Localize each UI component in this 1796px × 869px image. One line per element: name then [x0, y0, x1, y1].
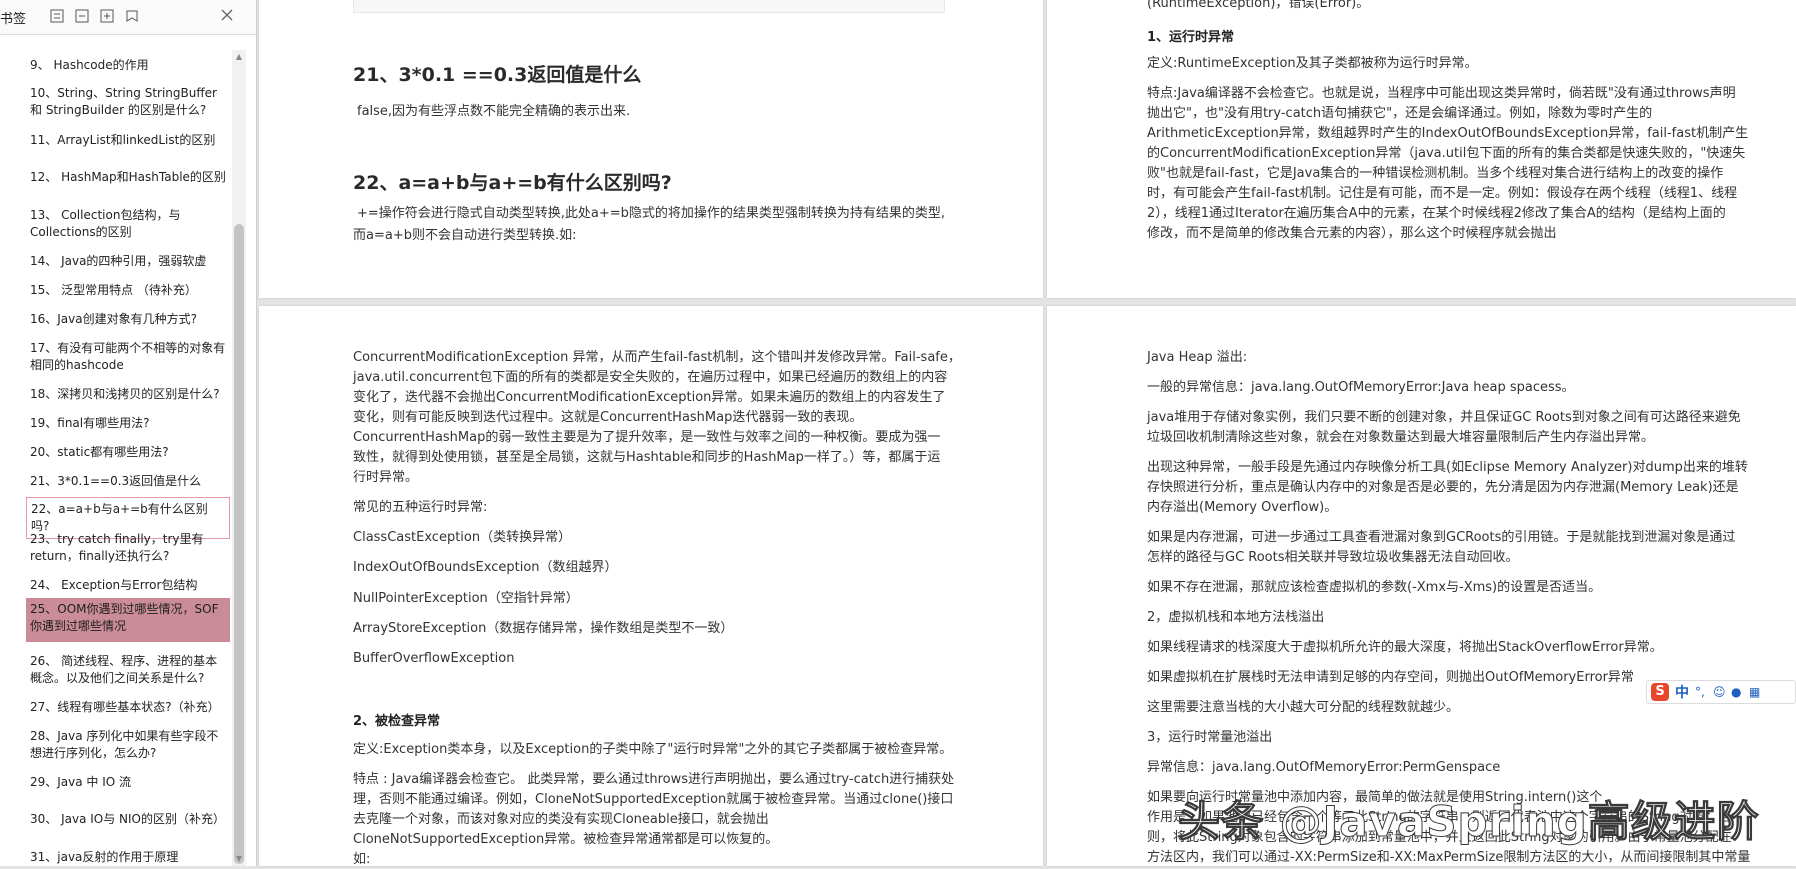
watermark: 头条 @JavaSpring高级进阶: [1178, 797, 1760, 847]
bookmark-sidebar: 书签 9、 Hashcode的作用 10、String、String Strin…: [0, 0, 257, 866]
bookmark-item[interactable]: 13、 Collection包结构，与Collections的区别: [26, 204, 230, 244]
paragraph: 内存溢出(Memory Overflow)。: [1147, 500, 1338, 515]
paragraph: ConcurrentHashMap的弱一致性主要是为了提升效率，是一致性与效率之…: [353, 430, 941, 445]
subsection-heading: 2、被检查异常: [353, 714, 441, 729]
bookmark-item[interactable]: 14、 Java的四种引用，强弱软虚: [26, 250, 230, 273]
paragraph: ArithmeticException异常，数组越界时产生的IndexOutOf…: [1147, 126, 1749, 141]
paragraph: 定义:RuntimeException及其子类都被称为运行时异常。: [1147, 56, 1478, 71]
paragraph: +=操作符会进行隐式自动类型转换,此处a+=b隐式的将加操作的结果类型强制转换为…: [357, 206, 946, 221]
collapse-bookmarks-icon[interactable]: [75, 9, 89, 23]
list-item: ClassCastException（类转换异常）: [353, 530, 572, 545]
paragraph: 变化，则有可能反映到迭代过程中。这就是ConcurrentHashMap迭代器弱…: [353, 410, 863, 425]
emoji-icon[interactable]: ☺: [1713, 686, 1726, 698]
microphone-icon[interactable]: ●: [1731, 686, 1743, 698]
paragraph: 行时异常。: [353, 470, 419, 485]
paragraph: Java Heap 溢出:: [1147, 350, 1248, 365]
paragraph: 如果不存在泄漏，那就应该检查虚拟机的参数(-Xmx与-Xms)的设置是否适当。: [1147, 580, 1602, 595]
list-item: IndexOutOfBoundsException（数组越界）: [353, 560, 618, 575]
paragraph: 存快照进行分析，重点是确认内存中的对象是否是必要的，先分清是因为内存泄漏(Mem…: [1147, 480, 1739, 495]
bookmark-item[interactable]: 27、线程有哪些基本状态?（补充）: [26, 696, 230, 719]
paragraph: 异常信息：java.lang.OutOfMemoryError:PermGens…: [1147, 760, 1501, 775]
paragraph: 修改，而不是简单的修改集合元素的内容），那么这个时候程序就会抛出: [1147, 226, 1557, 241]
paragraph: 如:: [353, 852, 371, 866]
paragraph: 2，虚拟机栈和本地方法栈溢出: [1147, 610, 1325, 625]
list-item: NullPointerException（空指针异常）: [353, 591, 579, 606]
sidebar-header: 书签: [0, 0, 256, 35]
close-sidebar-icon[interactable]: [220, 8, 234, 22]
list-item: BufferOverflowException: [353, 651, 515, 666]
paragraph: 败"也就是fail-fast，它是Java集合的一种错误检测机制。当多个线程对集…: [1147, 166, 1724, 181]
paragraph: (RuntimeException)，错误(Error)。: [1147, 0, 1370, 11]
bookmark-item[interactable]: 18、深拷贝和浅拷贝的区别是什么?: [26, 383, 230, 406]
scrollbar-thumb[interactable]: [234, 224, 244, 864]
bookmark-item[interactable]: 16、Java创建对象有几种方式?: [26, 308, 230, 331]
bookmark-item[interactable]: 11、ArrayList和linkedList的区别: [26, 129, 230, 152]
bookmark-item[interactable]: 24、 Exception与Error包结构: [26, 574, 230, 597]
add-bookmark-icon[interactable]: [100, 9, 114, 23]
bookmark-item[interactable]: 23、try catch finally，try里有return，finally…: [26, 528, 230, 568]
bookmark-item[interactable]: 9、 Hashcode的作用: [26, 54, 230, 77]
paragraph: 特点 : Java编译器会检查它。 此类异常，要么通过throws进行声明抛出，…: [353, 772, 955, 787]
bookmark-item[interactable]: 21、3*0.1==0.3返回值是什么: [26, 470, 230, 493]
bookmark-item-selected[interactable]: 25、OOM你遇到过哪些情况，SOF你遇到过哪些情况: [26, 598, 230, 642]
sogou-logo-icon[interactable]: S: [1651, 683, 1669, 701]
document-page: Java Heap 溢出: 一般的异常信息：java.lang.OutOfMem…: [1047, 306, 1796, 866]
punctuation-icon[interactable]: °,: [1695, 686, 1707, 698]
paragraph: 如果是内存泄漏，可进一步通过工具查看泄漏对象到GCRoots的引用链。于是就能找…: [1147, 530, 1736, 545]
bookmark-item[interactable]: 30、 Java IO与 NIO的区别（补充）: [26, 808, 230, 831]
paragraph: 常见的五种运行时异常:: [353, 500, 488, 515]
section-heading: 22、a=a+b与a+=b有什么区别吗?: [353, 172, 672, 194]
bookmark-item[interactable]: 17、有没有可能两个不相等的对象有相同的hashcode: [26, 337, 230, 377]
sidebar-title: 书签: [0, 12, 27, 27]
bookmark-item[interactable]: 19、final有哪些用法?: [26, 412, 230, 435]
input-method-toolbar[interactable]: S 中 °, ☺ ● ▦: [1646, 680, 1796, 704]
ime-language-toggle[interactable]: 中: [1675, 682, 1689, 702]
document-page: (RuntimeException)，错误(Error)。 1、运行时异常 定义…: [1047, 0, 1796, 298]
paragraph: 这里需要注意当栈的大小越大可分配的线程数就越少。: [1147, 700, 1460, 715]
expand-bookmarks-icon[interactable]: [50, 9, 64, 23]
bookmark-item[interactable]: 29、Java 中 IO 流: [26, 771, 230, 794]
paragraph: 如果线程请求的栈深度大于虚拟机所允许的最大深度，将抛出StackOverflow…: [1147, 640, 1663, 655]
paragraph: 理，否则不能通过编译。例如，CloneNotSupportedException…: [353, 792, 954, 807]
paragraph: 定义:Exception类本身，以及Exception的子类中除了"运行时异常"…: [353, 742, 953, 757]
bookmark-item[interactable]: 26、 简述线程、程序、进程的基本概念。以及他们之间关系是什么?: [26, 650, 230, 690]
bookmark-item[interactable]: 15、 泛型常用特点 （待补充）: [26, 279, 230, 302]
paragraph: 一般的异常信息：java.lang.OutOfMemoryError:Java …: [1147, 380, 1575, 395]
paragraph: 去克隆一个对象，而该对象对应的类没有实现Cloneable接口，就会抛出: [353, 812, 769, 827]
paragraph: 抛出它"，也"没有用try-catch语句捕获它"，还是会编译通过。例如，除数为…: [1147, 106, 1653, 121]
paragraph: CloneNotSupportedException异常。被检查异常通常都是可以…: [353, 832, 779, 847]
paragraph: 的ConcurrentModificationException异常（java.…: [1147, 146, 1746, 161]
bookmark-item[interactable]: 20、static都有哪些用法?: [26, 441, 230, 464]
list-item: ArrayStoreException（数据存储异常，操作数组是类型不一致）: [353, 621, 734, 636]
document-page: 21、3*0.1 ==0.3返回值是什么 false,因为有些浮点数不能完全精确…: [259, 0, 1043, 298]
bookmark-item[interactable]: 12、 HashMap和HashTable的区别: [26, 166, 230, 189]
section-heading: 21、3*0.1 ==0.3返回值是什么: [353, 64, 642, 86]
paragraph: 变化了，迭代器不会抛出ConcurrentModificationExcepti…: [353, 390, 946, 405]
scroll-up-arrow-icon[interactable]: ▲: [234, 52, 244, 62]
paragraph: false,因为有些浮点数不能完全精确的表示出来.: [357, 104, 631, 119]
subsection-heading: 1、运行时异常: [1147, 30, 1235, 45]
paragraph: 如果虚拟机在扩展栈时无法申请到足够的内存空间，则抛出OutOfMemoryErr…: [1147, 670, 1634, 685]
paragraph: 方法区内，我们可以通过-XX:PermSize和-XX:MaxPermSize限…: [1147, 850, 1751, 865]
code-block: [353, 0, 945, 13]
keyboard-icon[interactable]: ▦: [1749, 686, 1761, 698]
bookmark-item[interactable]: 28、Java 序列化中如果有些字段不想进行序列化，怎么办?: [26, 725, 230, 765]
paragraph: 而a=a+b则不会自动进行类型转换.如:: [353, 228, 577, 243]
paragraph: 出现这种异常，一般手段是先通过内存映像分析工具(如Eclipse Memory …: [1147, 460, 1748, 475]
paragraph: 时，有可能会产生fail-fast机制。记住是有可能，而不是一定。例如：假设存在…: [1147, 186, 1738, 201]
paragraph: java堆用于存储对象实例，我们只要不断的创建对象，并且保证GC Roots到对…: [1147, 410, 1741, 425]
paragraph: 特点:Java编译器不会检查它。也就是说，当程序中可能出现这类异常时，倘若既"没…: [1147, 86, 1736, 101]
document-page: ConcurrentModificationException 异常，从而产生f…: [259, 306, 1043, 866]
paragraph: 致性，就得到处使用锁，甚至是全局锁，这就与Hashtable和同步的HashMa…: [353, 450, 941, 465]
scroll-down-arrow-icon[interactable]: ▼: [234, 854, 244, 864]
paragraph: 垃圾回收机制清除这些对象，就会在对象数量达到最大堆容量限制后产生内存溢出异常。: [1147, 430, 1655, 445]
paragraph: ConcurrentModificationException 异常，从而产生f…: [353, 350, 961, 365]
paragraph: 3，运行时常量池溢出: [1147, 730, 1273, 745]
paragraph: 怎样的路径与GC Roots相关联并导致垃圾收集器无法自动回收。: [1147, 550, 1519, 565]
bookmark-options-icon[interactable]: [125, 9, 139, 23]
bookmark-item[interactable]: 10、String、String StringBuffer 和 StringBu…: [26, 82, 230, 122]
paragraph: 2），线程1通过Iterator在遍历集合A中的元素，在某个时候线程2修改了集合…: [1147, 206, 1726, 221]
sidebar-scrollbar[interactable]: ▲ ▼: [232, 50, 246, 866]
paragraph: java.util.concurrent包下面的所有的类都是安全失败的，在遍历过…: [353, 370, 948, 385]
